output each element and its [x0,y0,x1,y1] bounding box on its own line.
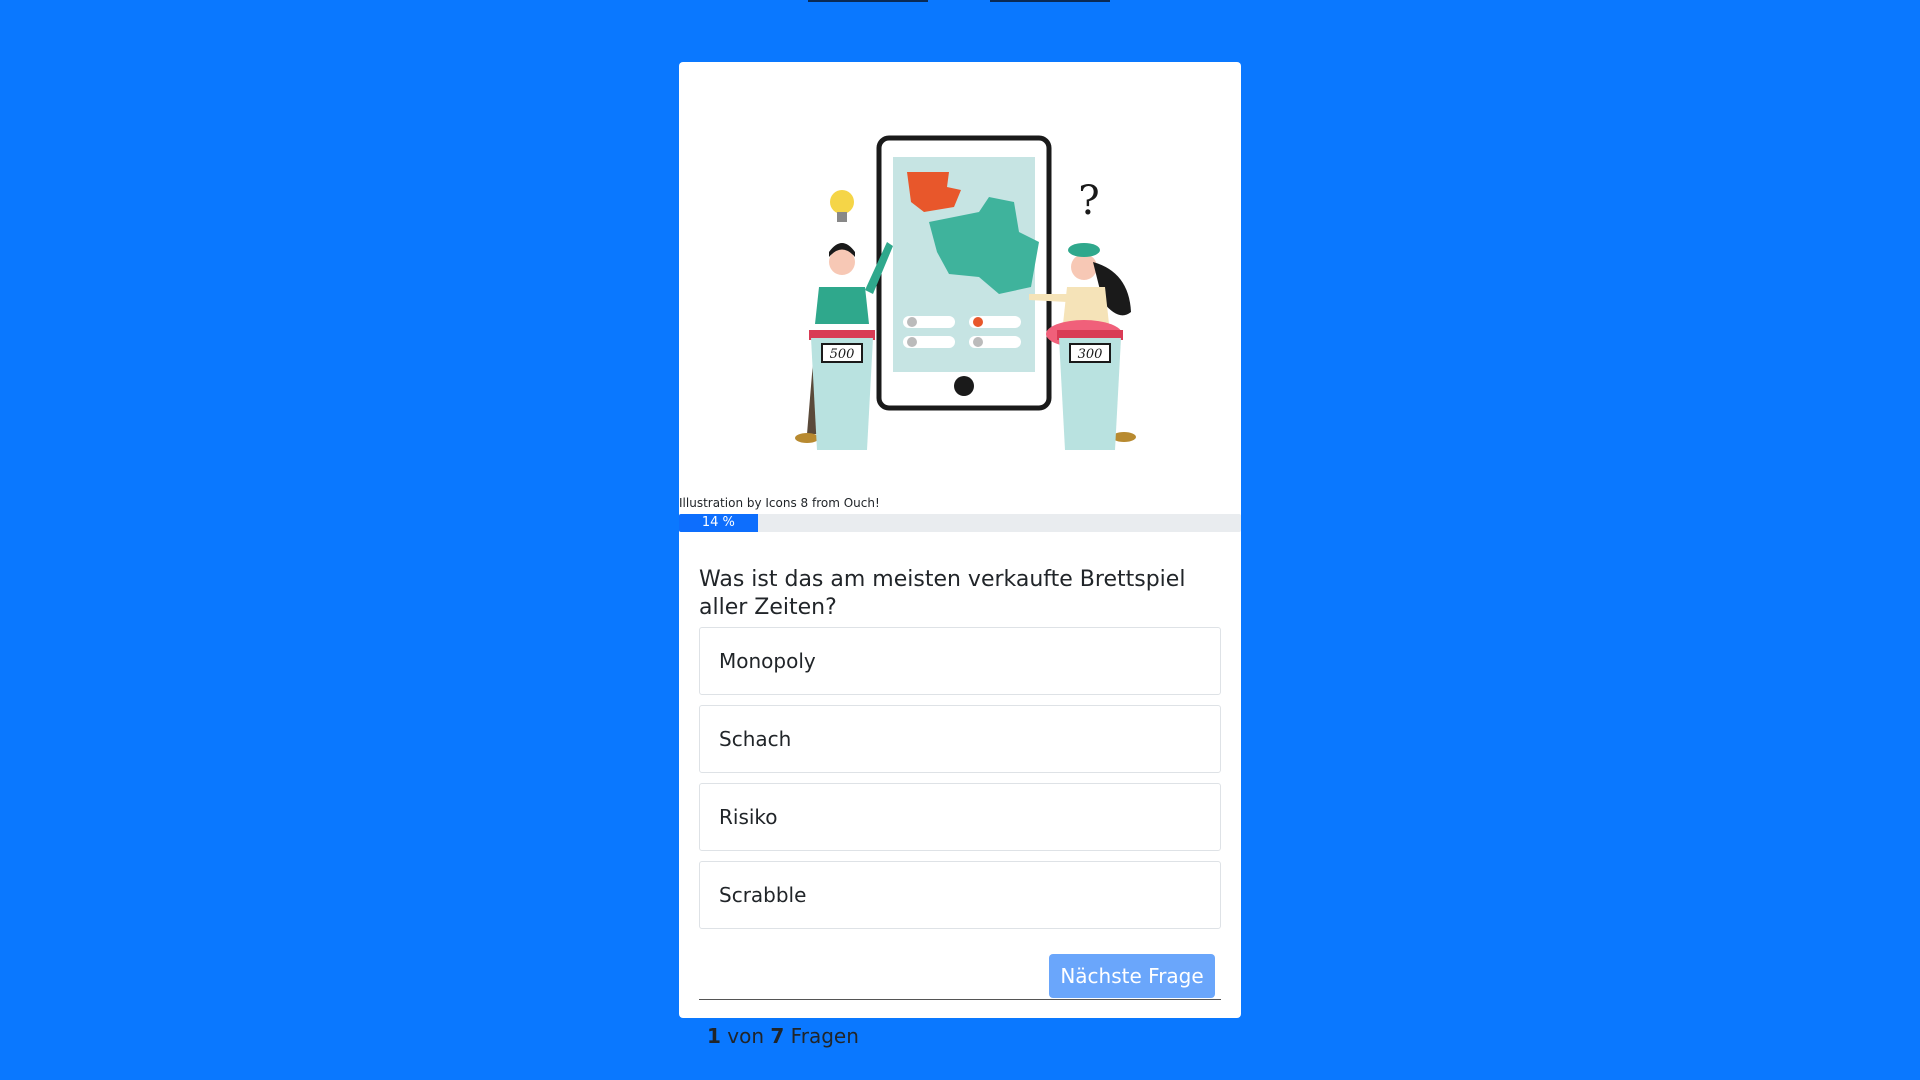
phone-option-dot [907,337,917,347]
person-left-shirt [815,287,869,324]
question-mark-icon: ? [1078,178,1099,224]
quiz-illustration: 500 ? 300 [795,135,1136,450]
illustration-credit: Illustration by Icons 8 from Ouch! [679,496,880,510]
phone-option-dot [973,337,983,347]
phone-option-dot [973,317,983,327]
counter-unit: Fragen [790,1024,859,1048]
phone-option-dot [907,317,917,327]
progress-bar: 14 % [679,514,1241,532]
question-counter: 1 von 7 Fragen [707,1024,859,1048]
answer-option[interactable]: Monopoly [699,627,1221,695]
footer-divider [699,999,1221,1000]
question-text: Was ist das am meisten verkaufte Brettsp… [699,567,1186,620]
answer-option[interactable]: Schach [699,705,1221,773]
top-tab-indicator [990,0,1110,2]
podium-right-score: 300 [1078,347,1103,362]
answer-list: Monopoly Schach Risiko Scrabble [699,627,1221,939]
counter-current: 1 [707,1024,721,1048]
person-right-top [1063,287,1109,324]
person-right-hat [1068,243,1100,257]
podium-left-score: 500 [830,347,855,362]
answer-option[interactable]: Scrabble [699,861,1221,929]
lightbulb-icon [830,190,854,214]
progress-fill: 14 % [679,514,758,532]
lightbulb-base [837,212,847,222]
top-tab-strip [808,0,1110,2]
answer-option[interactable]: Risiko [699,783,1221,851]
phone-home-button [954,376,974,396]
quiz-card: 500 ? 300 Illustration by Icons 8 from O… [679,62,1241,1048]
person-right-head [1071,254,1097,280]
next-question-button[interactable]: Nächste Frage [1049,954,1215,998]
top-tab-indicator [808,0,928,2]
counter-total: 7 [770,1024,785,1048]
counter-of: von [727,1024,765,1048]
person-left-shoe [795,433,819,443]
